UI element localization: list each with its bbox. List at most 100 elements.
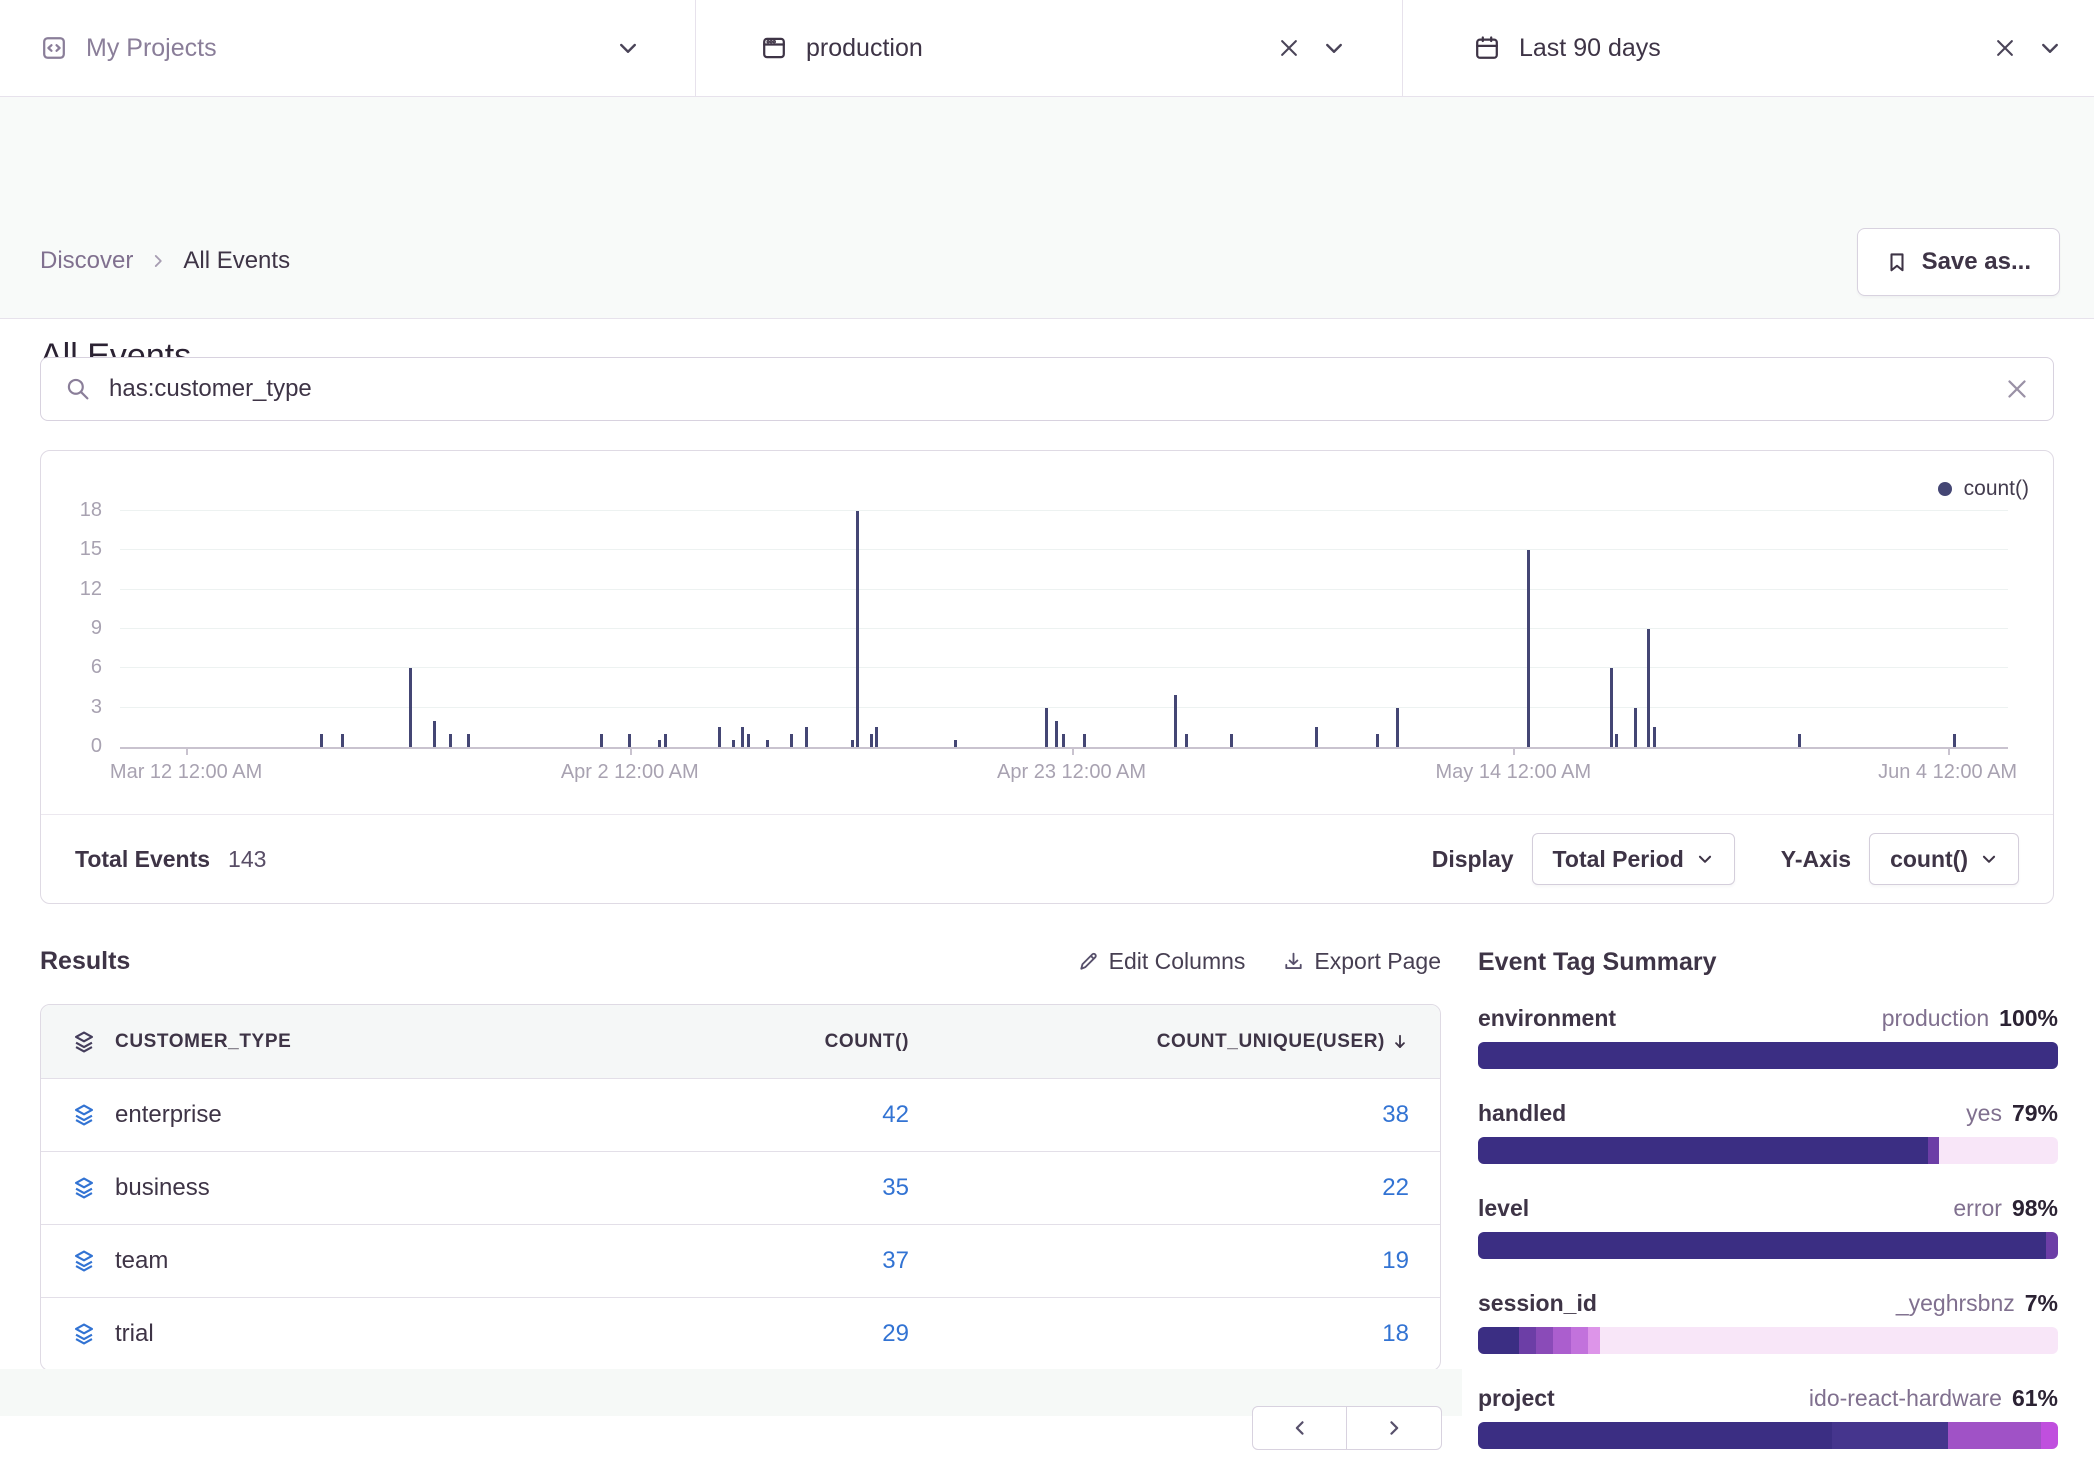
gridline [120, 589, 2008, 590]
chevron-down-icon [1696, 850, 1714, 868]
count-link[interactable]: 29 [589, 1320, 909, 1348]
chart-bar [1062, 734, 1065, 747]
results-header: Results Edit Columns Export Page [40, 938, 1441, 984]
clear-environment-icon[interactable] [1278, 37, 1300, 59]
x-axis-tick [186, 747, 188, 755]
display-dropdown[interactable]: Total Period [1532, 833, 1735, 885]
customer-type-cell: enterprise [115, 1101, 589, 1129]
tag-block: session_id_yeghrsbnz7% [1478, 1290, 2058, 1354]
tag-bar-segment[interactable] [1536, 1327, 1553, 1354]
chevron-down-icon [1980, 850, 1998, 868]
count-unique-user-link[interactable]: 38 [909, 1101, 1409, 1129]
clear-search-icon[interactable] [2005, 377, 2029, 401]
x-axis-tick-label: Jun 4 12:00 AM [1878, 761, 2017, 784]
export-page-button[interactable]: Export Page [1283, 948, 1441, 975]
yaxis-dropdown[interactable]: count() [1869, 833, 2019, 885]
chart-bar [851, 740, 854, 747]
event-tag-summary: Event Tag Summary environmentproduction1… [1478, 948, 2058, 1480]
chart-bar [409, 668, 412, 747]
tag-bar-segment[interactable] [1948, 1422, 2041, 1449]
clear-date-range-icon[interactable] [1994, 37, 2016, 59]
export-page-label: Export Page [1314, 948, 1441, 975]
pencil-icon [1078, 951, 1099, 972]
tag-bar-segment[interactable] [2046, 1232, 2058, 1259]
customer-type-cell: trial [115, 1320, 589, 1348]
environment-selector[interactable]: production [695, 0, 1402, 96]
table-row[interactable]: enterprise4238 [41, 1078, 1440, 1151]
tag-bar-segment[interactable] [1939, 1137, 2058, 1164]
events-chart-panel: count() 0369121518Mar 12 12:00 AMApr 2 1… [40, 450, 2054, 904]
tag-bar-segment[interactable] [1478, 1042, 2058, 1069]
tag-name: project [1478, 1385, 1555, 1412]
chevron-down-icon[interactable] [1322, 36, 1346, 60]
tag-percent: 79% [2012, 1100, 2058, 1127]
chart-bar [1376, 734, 1379, 747]
gridline [120, 707, 2008, 708]
next-page-button[interactable] [1347, 1406, 1442, 1450]
chart-legend: count() [1938, 477, 2029, 501]
tag-bar-segment[interactable] [1928, 1137, 1940, 1164]
count-unique-user-link[interactable]: 18 [909, 1320, 1409, 1348]
chart-bar [1185, 734, 1188, 747]
chart-bar [732, 740, 735, 747]
chevron-down-icon[interactable] [2038, 36, 2062, 60]
stack-icon [71, 1102, 115, 1128]
tag-percent: 100% [1999, 1005, 2058, 1032]
bottom-strip [0, 1369, 1462, 1416]
tag-bar-segment[interactable] [1478, 1232, 2046, 1259]
chart-bar [1315, 727, 1318, 747]
previous-page-button[interactable] [1252, 1406, 1347, 1450]
tag-percent: 7% [2025, 1290, 2058, 1317]
table-row[interactable]: business3522 [41, 1151, 1440, 1224]
gridline [120, 667, 2008, 668]
count-unique-user-link[interactable]: 19 [909, 1247, 1409, 1275]
tag-block: projectido-react-hardware61% [1478, 1385, 2058, 1449]
tag-bar-segment[interactable] [1553, 1327, 1570, 1354]
chart-bar [790, 734, 793, 747]
tag-summary-title: Event Tag Summary [1478, 948, 2058, 977]
tag-bar-segment[interactable] [1832, 1422, 1948, 1449]
tag-block: environmentproduction100% [1478, 1005, 2058, 1069]
count-unique-user-link[interactable]: 22 [909, 1174, 1409, 1202]
tag-bar-segment[interactable] [1519, 1327, 1536, 1354]
download-icon [1283, 951, 1304, 972]
table-row[interactable]: trial2918 [41, 1297, 1440, 1370]
chart-bar [747, 734, 750, 747]
date-range-selector[interactable]: Last 90 days [1402, 0, 2094, 96]
tag-bar-segment[interactable] [1478, 1137, 1928, 1164]
chevron-down-icon[interactable] [616, 36, 640, 60]
tag-distribution-bar [1478, 1327, 2058, 1354]
chart-bar [766, 740, 769, 747]
tag-bar-segment[interactable] [2041, 1422, 2058, 1449]
project-selector-label: My Projects [86, 34, 217, 63]
environment-selector-label: production [806, 34, 923, 63]
chart-bar [1615, 734, 1618, 747]
project-selector[interactable]: My Projects [0, 0, 695, 96]
tag-distribution-bar [1478, 1042, 2058, 1069]
count-link[interactable]: 42 [589, 1101, 909, 1129]
count-link[interactable]: 37 [589, 1247, 909, 1275]
gridline [120, 510, 2008, 511]
stack-icon [71, 1029, 115, 1055]
table-row[interactable]: team3719 [41, 1224, 1440, 1297]
tag-bar-segment[interactable] [1571, 1327, 1588, 1354]
tag-top-value: _yeghrsbnz [1896, 1290, 2015, 1317]
tag-bar-segment[interactable] [1600, 1327, 2058, 1354]
tag-distribution-bar [1478, 1137, 2058, 1164]
search-input[interactable] [109, 375, 1987, 403]
tag-bar-segment[interactable] [1478, 1422, 1832, 1449]
save-as-button[interactable]: Save as... [1857, 228, 2060, 296]
display-dropdown-value: Total Period [1553, 846, 1684, 873]
edit-columns-button[interactable]: Edit Columns [1078, 948, 1246, 975]
column-customer-type[interactable]: CUSTOMER_TYPE [115, 1031, 589, 1053]
column-count[interactable]: COUNT() [589, 1031, 909, 1053]
count-link[interactable]: 35 [589, 1174, 909, 1202]
stack-icon [71, 1321, 115, 1347]
breadcrumb-all-events: All Events [183, 247, 290, 275]
column-count-unique-user[interactable]: COUNT_UNIQUE(USER) [1157, 1031, 1409, 1053]
tag-bar-segment[interactable] [1588, 1327, 1600, 1354]
tag-bar-segment[interactable] [1478, 1327, 1519, 1354]
x-axis-tick [1513, 747, 1515, 755]
breadcrumb-discover[interactable]: Discover [40, 247, 133, 275]
chart-bar [1647, 629, 1650, 747]
